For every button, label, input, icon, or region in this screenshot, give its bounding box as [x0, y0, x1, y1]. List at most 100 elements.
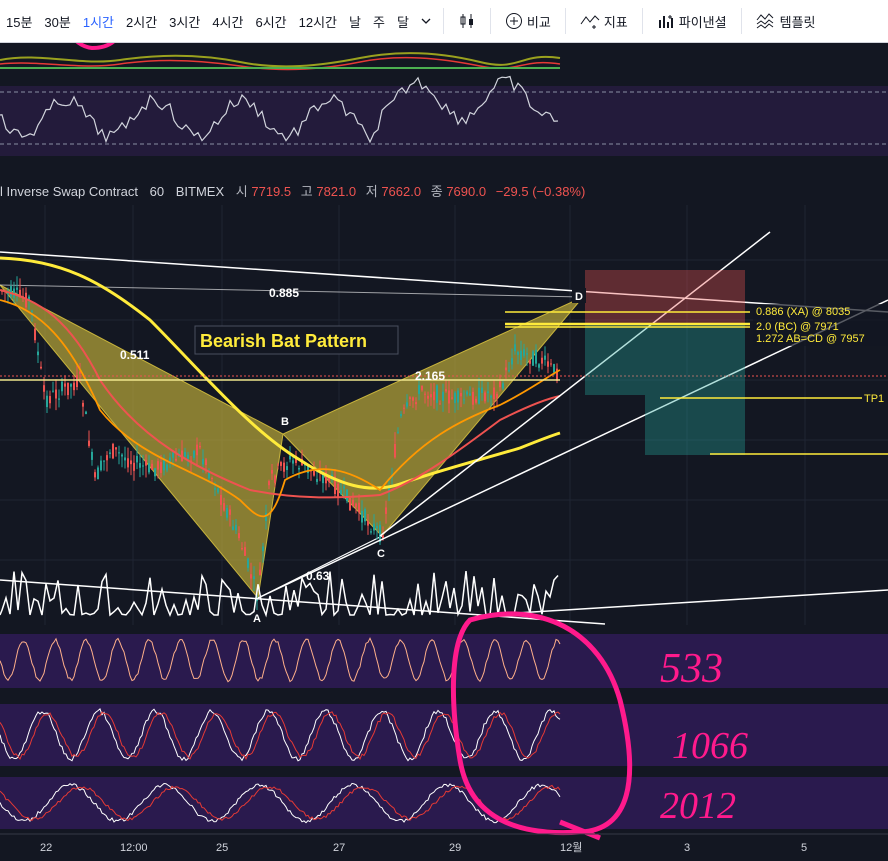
- ratio-bd-label: 2.165: [415, 369, 445, 383]
- candle-body: [10, 286, 12, 297]
- legend-low-label: 저: [366, 184, 378, 199]
- candle-body: [217, 488, 219, 493]
- candle-body: [208, 472, 210, 479]
- candle-body: [514, 344, 516, 352]
- candle-body: [112, 443, 114, 459]
- timeframe-2h[interactable]: 2시간: [120, 0, 163, 42]
- candle-body: [196, 444, 198, 456]
- candle-body: [508, 370, 510, 372]
- candle-body: [349, 497, 351, 511]
- candle-body: [283, 462, 285, 472]
- candle-body: [55, 389, 57, 399]
- candle-body: [151, 463, 153, 470]
- candle-body: [316, 478, 318, 482]
- stop-zone-2: [645, 270, 745, 325]
- candle-body: [85, 411, 87, 415]
- chevron-down-icon: [421, 18, 431, 24]
- legend-open-label: 시: [236, 184, 248, 199]
- candle-body: [226, 507, 228, 518]
- templates-button[interactable]: 템플릿: [748, 0, 824, 42]
- x-tick: 22: [40, 842, 52, 854]
- candle-body: [64, 383, 66, 387]
- compare-button[interactable]: 비교: [497, 0, 559, 42]
- candle-body: [541, 357, 543, 364]
- candle-body: [457, 390, 459, 403]
- timeframe-week[interactable]: 주: [367, 0, 391, 42]
- candle-body: [493, 387, 495, 400]
- candle-body: [199, 445, 201, 448]
- timeframe-15m[interactable]: 15분: [0, 0, 38, 42]
- candle-body: [214, 488, 216, 490]
- candle-body: [76, 374, 78, 387]
- candle-body: [553, 364, 555, 373]
- candle-body: [475, 398, 477, 403]
- candle-body: [415, 402, 417, 405]
- candle-body: [544, 355, 546, 360]
- timeframe-1h[interactable]: 1시간: [77, 0, 120, 42]
- chart-canvas[interactable]: l Inverse Swap Contract 60 BITMEX 시 7719…: [0, 43, 888, 861]
- candle-body: [505, 367, 507, 371]
- candle-body: [148, 463, 150, 473]
- oscillator-pane-1066: [0, 704, 888, 766]
- candle-body: [127, 458, 129, 468]
- candle-body: [406, 402, 408, 407]
- rsi-pane: [0, 86, 888, 156]
- financials-button[interactable]: 파이낸셜: [649, 0, 735, 42]
- candle-body: [223, 503, 225, 511]
- candlestick-icon: [458, 12, 476, 30]
- candle-body: [361, 510, 363, 523]
- volume-line: [0, 570, 559, 618]
- candle-body: [232, 526, 234, 530]
- candle-body: [337, 483, 339, 497]
- x-tick: 3: [684, 842, 690, 854]
- ratio-ac-label: 0.63: [306, 569, 330, 583]
- candle-body: [460, 392, 462, 397]
- candle-body: [115, 447, 117, 450]
- candle-body: [97, 467, 99, 480]
- candle-body: [259, 569, 261, 575]
- candle-body: [118, 452, 120, 454]
- candle-body: [352, 499, 354, 506]
- toolbar-divider: [740, 8, 742, 34]
- chart-type-button[interactable]: [450, 0, 484, 42]
- timeframe-6h[interactable]: 6시간: [249, 0, 292, 42]
- timeframe-12h[interactable]: 12시간: [293, 0, 343, 42]
- financials-label: 파이낸셜: [678, 14, 727, 30]
- timeframe-30m[interactable]: 30분: [38, 0, 76, 42]
- candle-body: [445, 389, 447, 392]
- legend-close-label: 종: [431, 184, 443, 199]
- x-tick: 25: [216, 842, 228, 854]
- candle-body: [130, 460, 132, 465]
- candle-body: [469, 393, 471, 396]
- candle-body: [538, 364, 540, 368]
- candle-body: [487, 391, 489, 394]
- candle-body: [385, 507, 387, 514]
- legend-interval: 60: [150, 184, 164, 199]
- candle-body: [94, 472, 96, 478]
- candle-body: [205, 459, 207, 466]
- candle-body: [496, 393, 498, 399]
- timeframe-dropdown[interactable]: [415, 0, 437, 42]
- candle-body: [274, 475, 276, 483]
- trendline-lower: [0, 579, 606, 625]
- timeframe-4h[interactable]: 4시간: [206, 0, 249, 42]
- indicators-button[interactable]: 지표: [572, 0, 636, 42]
- candle-body: [472, 391, 474, 405]
- candle-body: [340, 489, 342, 495]
- annotation-2012: 2012: [660, 785, 736, 827]
- timeframe-day[interactable]: 날: [343, 0, 367, 42]
- candle-body: [253, 576, 255, 580]
- candle-body: [466, 391, 468, 395]
- candle-body: [280, 462, 282, 466]
- bar-chart-icon: [657, 12, 675, 30]
- timeframe-3h[interactable]: 3시간: [163, 0, 206, 42]
- candle-body: [91, 451, 93, 460]
- candle-body: [412, 397, 414, 401]
- candle-body: [166, 464, 168, 471]
- x-tick: 5: [801, 842, 807, 854]
- timeframe-month[interactable]: 달: [391, 0, 415, 42]
- target-3-label: 1.272 AB=CD @ 7957: [756, 333, 865, 345]
- candle-body: [229, 509, 231, 515]
- candle-body: [241, 548, 243, 550]
- annotation-533: 533: [660, 646, 723, 692]
